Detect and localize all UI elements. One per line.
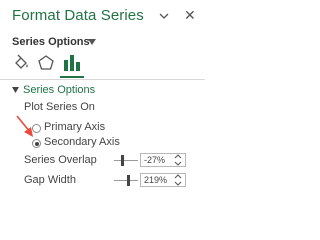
collapse-chevron-icon[interactable] [12,87,19,93]
series-overlap-spinner-icon[interactable] [174,153,182,167]
close-icon[interactable]: ✕ [184,8,196,22]
pane-title: Format Data Series [12,7,144,24]
radio-selected-dot [34,141,39,146]
gap-width-label: Gap Width [24,174,76,186]
paint-bucket-icon[interactable] [12,54,30,72]
section-title[interactable]: Series Options [23,84,95,96]
gap-width-slider-thumb[interactable] [127,175,130,186]
series-options-menu[interactable]: Series Options [12,36,90,48]
gap-width-spinner-icon[interactable] [174,173,182,187]
primary-axis-label[interactable]: Primary Axis [44,121,105,133]
bar-chart-icon[interactable] [63,54,81,72]
secondary-axis-label[interactable]: Secondary Axis [44,136,120,148]
series-overlap-label: Series Overlap [24,154,97,166]
divider [0,79,205,80]
plot-series-on-label: Plot Series On [24,101,95,113]
annotation-arrow-icon [16,115,33,137]
gap-width-slider-track[interactable] [114,180,138,181]
series-overlap-slider-track[interactable] [114,160,138,161]
pentagon-icon[interactable] [37,54,55,72]
series-overlap-slider-thumb[interactable] [121,155,124,166]
chevron-down-icon[interactable] [88,39,96,45]
secondary-axis-radio[interactable] [32,139,41,148]
pin-dropdown-icon[interactable] [158,10,170,22]
selected-tab-indicator [60,76,84,78]
